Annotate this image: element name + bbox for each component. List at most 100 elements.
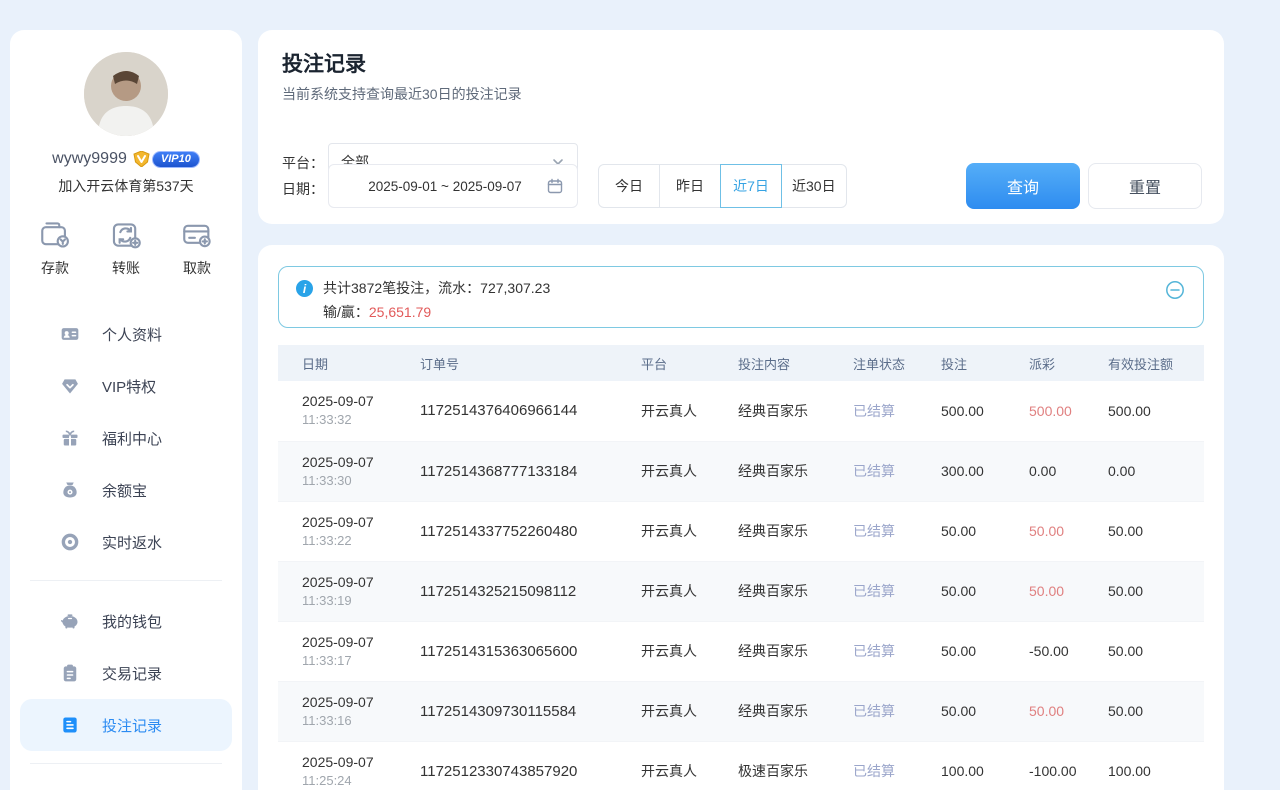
cell-order-number: 1172514337752260480 — [420, 501, 641, 561]
bet-records-icon — [60, 715, 80, 735]
sidebar: wywy9999 VIP10 加入开云体育第537天 存款 — [10, 30, 242, 790]
col-date: 日期 — [278, 345, 420, 381]
cell-date: 2025-09-07 11:33:30 — [278, 441, 420, 501]
cell-date: 2025-09-07 11:25:24 — [278, 741, 420, 790]
col-status: 注单状态 — [853, 345, 941, 381]
cell-bet-amount: 50.00 — [941, 501, 1029, 561]
range-today-button[interactable]: 今日 — [598, 164, 660, 208]
transfer-icon — [109, 218, 143, 252]
cell-bet-content: 经典百家乐 — [738, 681, 853, 741]
cell-platform: 开云真人 — [641, 441, 738, 501]
sidebar-item-label: 交易记录 — [102, 663, 162, 684]
cell-bet-content: 经典百家乐 — [738, 561, 853, 621]
cell-order-number: 1172514376406966144 — [420, 381, 641, 441]
sidebar-menu-primary: 个人资料 VIP特权 福利中心 余额宝 — [10, 308, 242, 568]
cell-bet-amount: 50.00 — [941, 561, 1029, 621]
total-bets-count: 3872 — [351, 280, 382, 296]
profile-icon — [60, 324, 80, 344]
sidebar-item-label: 余额宝 — [102, 480, 147, 501]
withdraw-icon — [180, 218, 214, 252]
transfer-label: 转账 — [112, 258, 140, 278]
table-row: 2025-09-07 11:33:32 1172514376406966144 … — [278, 381, 1204, 441]
cell-status: 已结算 — [853, 381, 941, 441]
reset-button[interactable]: 重置 — [1088, 163, 1202, 209]
vip-level-label: VIP10 — [152, 151, 200, 168]
cell-status: 已结算 — [853, 501, 941, 561]
cell-order-number: 1172514368777133184 — [420, 441, 641, 501]
cell-bet-amount: 500.00 — [941, 381, 1029, 441]
platform-label: 平台： — [282, 153, 324, 173]
gift-icon — [60, 428, 80, 448]
vip-badge: VIP10 — [133, 151, 200, 168]
range-last7days-button[interactable]: 近7日 — [720, 164, 782, 208]
table-header: 日期 订单号 平台 投注内容 注单状态 投注 派彩 有效投注额 — [278, 345, 1204, 381]
cell-payout: 50.00 — [1029, 501, 1108, 561]
query-button[interactable]: 查询 — [966, 163, 1080, 209]
deposit-icon — [38, 218, 72, 252]
info-icon: i — [296, 280, 313, 297]
cell-status: 已结算 — [853, 621, 941, 681]
sidebar-item-vip[interactable]: VIP特权 — [20, 360, 232, 412]
date-quick-ranges: 今日 昨日 近7日 近30日 — [598, 164, 847, 208]
cell-valid-amount: 500.00 — [1108, 381, 1204, 441]
filter-panel: 投注记录 当前系统支持查询最近30日的投注记录 平台： 全部 日期： 2025-… — [258, 30, 1224, 224]
sidebar-item-bet-records[interactable]: 投注记录 — [20, 699, 232, 751]
cell-payout: -100.00 — [1029, 741, 1108, 790]
cell-platform: 开云真人 — [641, 501, 738, 561]
sidebar-item-label: VIP特权 — [102, 376, 156, 397]
cell-bet-amount: 50.00 — [941, 681, 1029, 741]
sidebar-item-benefits[interactable]: 福利中心 — [20, 412, 232, 464]
sidebar-item-label: 投注记录 — [102, 715, 162, 736]
page-subtitle: 当前系统支持查询最近30日的投注记录 — [282, 84, 522, 104]
transfer-button[interactable]: 转账 — [109, 218, 143, 278]
sidebar-item-label: 实时返水 — [102, 532, 162, 553]
cell-bet-amount: 300.00 — [941, 441, 1029, 501]
sidebar-item-transactions[interactable]: 交易记录 — [20, 647, 232, 699]
cell-platform: 开云真人 — [641, 741, 738, 790]
cell-date: 2025-09-07 11:33:17 — [278, 621, 420, 681]
cell-order-number: 1172514315363065600 — [420, 621, 641, 681]
cell-date: 2025-09-07 11:33:16 — [278, 681, 420, 741]
summary-line2: 输/赢：25,651.79 — [323, 302, 431, 322]
cell-status: 已结算 — [853, 741, 941, 790]
clipboard-icon — [60, 663, 80, 683]
col-valid: 有效投注额 — [1108, 345, 1204, 381]
join-days-text: 加入开云体育第537天 — [10, 176, 242, 196]
col-payout: 派彩 — [1029, 345, 1108, 381]
bet-records-table: 日期 订单号 平台 投注内容 注单状态 投注 派彩 有效投注额 2025-09-… — [278, 345, 1204, 790]
withdraw-button[interactable]: 取款 — [180, 218, 214, 278]
sidebar-item-profile[interactable]: 个人资料 — [20, 308, 232, 360]
username: wywy9999 — [52, 150, 127, 168]
summary-banner: i 共计3872笔投注，流水：727,307.23 输/赢：25,651.79 — [278, 266, 1204, 328]
deposit-button[interactable]: 存款 — [38, 218, 72, 278]
quick-actions: 存款 转账 取款 — [10, 218, 242, 278]
records-panel: i 共计3872笔投注，流水：727,307.23 输/赢：25,651.79 … — [258, 245, 1224, 790]
cell-valid-amount: 50.00 — [1108, 621, 1204, 681]
cell-platform: 开云真人 — [641, 621, 738, 681]
cell-bet-content: 经典百家乐 — [738, 381, 853, 441]
cell-bet-amount: 100.00 — [941, 741, 1029, 790]
withdraw-label: 取款 — [183, 258, 211, 278]
sidebar-item-wallet[interactable]: 我的钱包 — [20, 595, 232, 647]
cell-valid-amount: 0.00 — [1108, 441, 1204, 501]
cell-platform: 开云真人 — [641, 681, 738, 741]
collapse-summary-icon[interactable] — [1165, 280, 1185, 300]
cell-date: 2025-09-07 11:33:22 — [278, 501, 420, 561]
date-range-input[interactable]: 2025-09-01 ~ 2025-09-07 — [328, 164, 578, 208]
cell-date: 2025-09-07 11:33:19 — [278, 561, 420, 621]
sidebar-menu-secondary: 我的钱包 交易记录 投注记录 — [10, 595, 242, 751]
deposit-label: 存款 — [41, 258, 69, 278]
range-last30days-button[interactable]: 近30日 — [781, 164, 847, 208]
sidebar-item-yuebao[interactable]: 余额宝 — [20, 464, 232, 516]
col-platform: 平台 — [641, 345, 738, 381]
range-yesterday-button[interactable]: 昨日 — [659, 164, 721, 208]
page-title: 投注记录 — [282, 48, 366, 78]
sidebar-item-label: 福利中心 — [102, 428, 162, 449]
sidebar-item-label: 个人资料 — [102, 324, 162, 345]
table-body: 2025-09-07 11:33:32 1172514376406966144 … — [278, 381, 1204, 790]
calendar-icon[interactable] — [547, 178, 563, 194]
sidebar-item-rebate[interactable]: 实时返水 — [20, 516, 232, 568]
money-bag-icon — [60, 480, 80, 500]
cell-valid-amount: 50.00 — [1108, 501, 1204, 561]
table-row: 2025-09-07 11:25:24 1172512330743857920 … — [278, 741, 1204, 790]
